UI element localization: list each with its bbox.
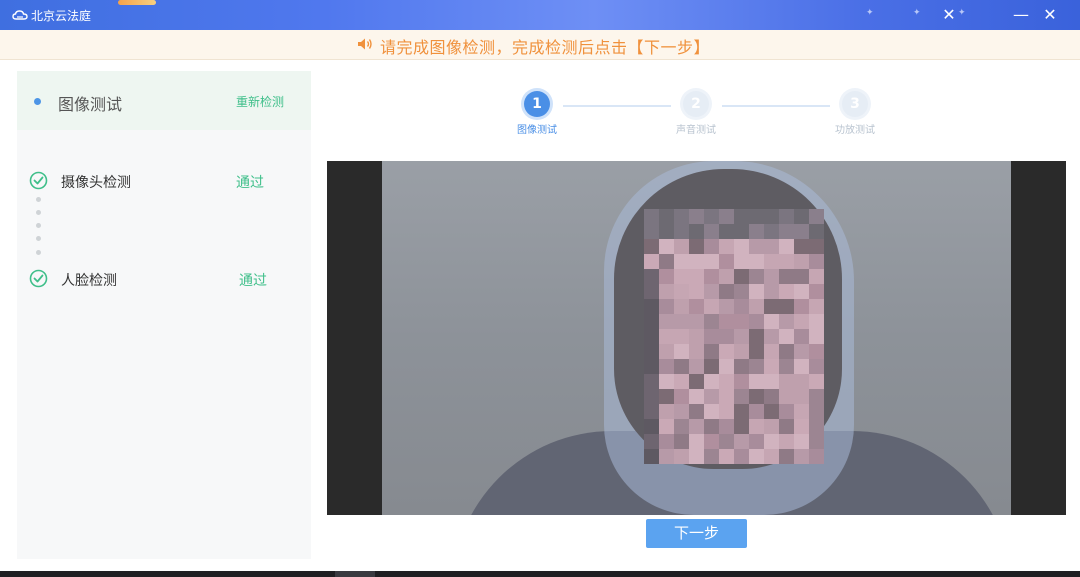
os-taskbar xyxy=(0,571,1080,577)
secondary-close-icon[interactable]: ✕ xyxy=(939,5,959,25)
check-label: 人脸检测 xyxy=(61,273,117,289)
step-3-indicator: 3 xyxy=(842,91,868,117)
step-1-indicator: 1 xyxy=(524,91,550,117)
decorative-sparkle-icon: ✦ xyxy=(958,8,966,18)
face-mosaic xyxy=(644,209,824,471)
check-circle-icon xyxy=(29,269,48,288)
camera-preview xyxy=(327,161,1066,515)
section-dot-icon xyxy=(34,98,41,105)
step-3-label: 功放测试 xyxy=(835,125,875,136)
decorative-sparkle-icon: ✦ xyxy=(913,8,921,18)
connector-dot xyxy=(36,197,41,202)
sidebar-header: 图像测试 重新检测 xyxy=(17,71,311,130)
connector-dot xyxy=(36,236,41,241)
app-title: 北京云法庭 xyxy=(31,9,92,23)
check-status: 通过 xyxy=(236,175,264,191)
step-connector xyxy=(563,105,671,107)
connector-dot xyxy=(36,223,41,228)
notice-bar: 请完成图像检测，完成检测后点击【下一步】 xyxy=(0,30,1080,60)
taskbar-item xyxy=(335,571,375,577)
check-circle-icon xyxy=(29,171,48,190)
step-1-label: 图像测试 xyxy=(517,125,557,136)
cloud-logo-icon xyxy=(12,10,28,20)
check-item-face: 人脸检测 通过 xyxy=(29,269,309,293)
step-2-indicator: 2 xyxy=(683,91,709,117)
check-item-camera: 摄像头检测 通过 xyxy=(29,171,309,195)
detection-sidebar: 图像测试 重新检测 摄像头检测 通过 人脸检测 通过 xyxy=(17,71,311,559)
connector-dot xyxy=(36,210,41,215)
section-title: 图像测试 xyxy=(58,95,123,114)
check-label: 摄像头检测 xyxy=(61,175,131,191)
decorative-sparkle-icon: ✦ xyxy=(866,8,874,18)
title-bar-glow xyxy=(118,0,156,5)
next-step-button[interactable]: 下一步 xyxy=(646,519,747,548)
notice-text: 请完成图像检测，完成检测后点击【下一步】 xyxy=(380,38,711,57)
minimize-button[interactable]: — xyxy=(1011,5,1031,25)
step-connector xyxy=(722,105,830,107)
close-button[interactable]: ✕ xyxy=(1040,5,1060,25)
step-2-label: 声音测试 xyxy=(676,125,716,136)
speaker-icon xyxy=(358,38,372,50)
retest-link[interactable]: 重新检测 xyxy=(236,93,284,110)
title-bar: 北京云法庭 ✦ ✦ ✦ ✕ — ✕ xyxy=(0,0,1080,30)
camera-feed xyxy=(382,161,1011,515)
connector-dot xyxy=(36,250,41,255)
check-status: 通过 xyxy=(239,273,267,289)
